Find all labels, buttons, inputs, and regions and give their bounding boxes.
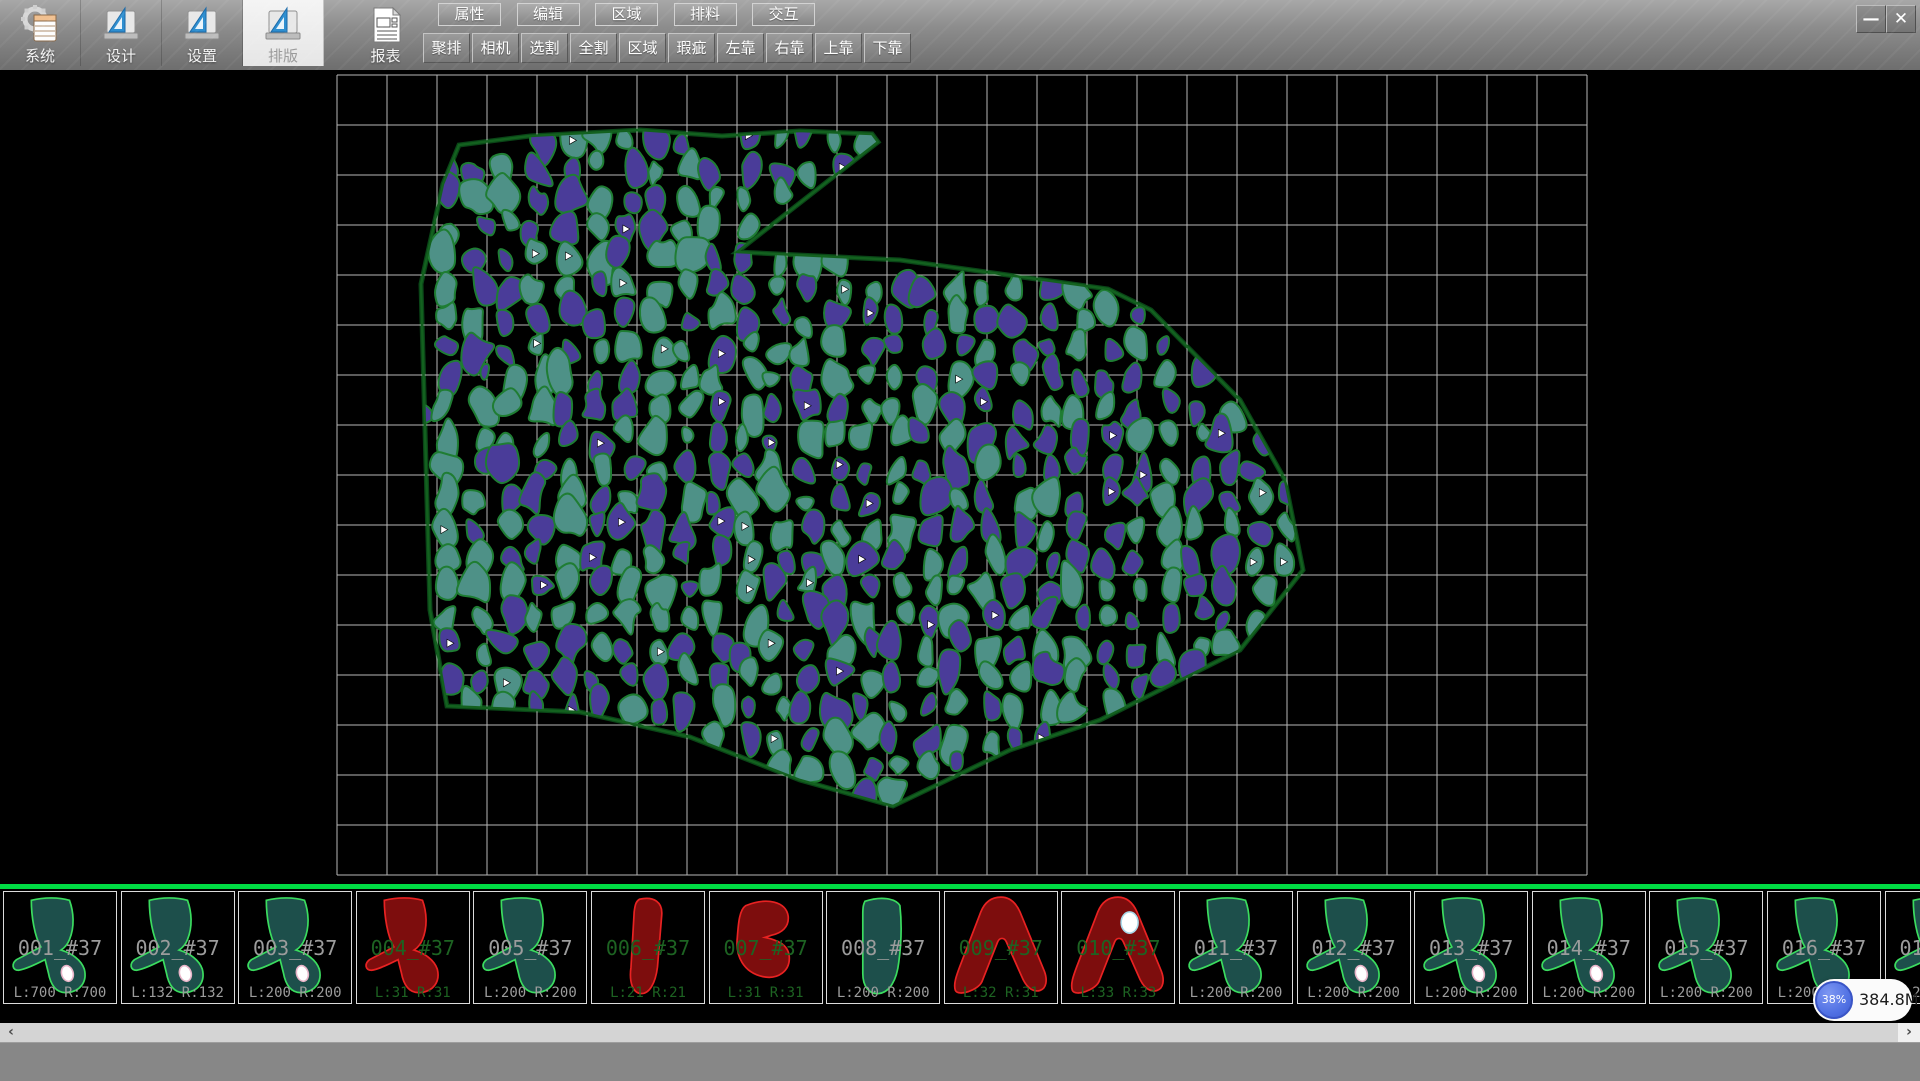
ruler-laptop-icon	[101, 5, 141, 45]
piece-lr-label: L:33 R:33	[1062, 985, 1174, 1001]
report-icon	[366, 5, 406, 45]
nesting-canvas[interactable]	[0, 70, 1920, 884]
piece-name-label: 001_#37	[4, 936, 116, 960]
piece-name-label: 004_#37	[357, 936, 469, 960]
nesting-layout-svg	[0, 70, 1920, 884]
memory-percent-indicator: 38%	[1815, 981, 1853, 1019]
app-button-label: 报表	[370, 48, 400, 65]
piece-lr-label: L:200 R:200	[1298, 985, 1410, 1001]
piece-thumbnail-11[interactable]: 011_#37 L:200 R:200	[1179, 891, 1293, 1004]
piece-name-label: 016_#37	[1768, 936, 1880, 960]
piece-thumbnail-2[interactable]: 002_#37 L:132 R:132	[121, 891, 235, 1004]
piece-lr-label: L:200 R:200	[827, 985, 939, 1001]
piece-name-label: 009_#37	[945, 936, 1057, 960]
piece-lr-label: L:200 R:200	[474, 985, 586, 1001]
piece-name-label: 012_#37	[1298, 936, 1410, 960]
piece-thumbnail-9[interactable]: 009_#37 L:32 R:31	[944, 891, 1058, 1004]
piece-thumbnail-6[interactable]: 006_#37 L:21 R:21	[591, 891, 705, 1004]
piece-name-label: 007_#37	[710, 936, 822, 960]
title-toolbar: 系统设计设置排版报表 属性编辑区域排料交互 聚排相机选割全割区域瑕疵左靠右靠上靠…	[0, 0, 1920, 70]
piece-lr-label: L:200 R:200	[1533, 985, 1645, 1001]
tool-button-6[interactable]: 瑕疵	[668, 33, 715, 63]
piece-lr-label: L:21 R:21	[592, 985, 704, 1001]
piece-lr-label: L:200 R:200	[239, 985, 351, 1001]
menu-tab-1[interactable]: 属性	[438, 3, 501, 26]
ruler-laptop-icon	[263, 5, 303, 45]
app-button-iconbox	[366, 2, 406, 48]
app-button-label: 排版	[268, 48, 298, 65]
piece-lr-label: L:31 R:31	[357, 985, 469, 1001]
app-window: { "window": { "minimize_glyph": "—", "cl…	[0, 0, 1920, 1080]
menu-tab-5[interactable]: 交互	[752, 3, 815, 26]
memory-badge: 38% 384.8M	[1813, 979, 1912, 1021]
piece-lr-label: L:32 R:31	[945, 985, 1057, 1001]
piece-lr-label: L:200 R:200	[1415, 985, 1527, 1001]
horizontal-scrollbar[interactable]: ‹ ›	[0, 1023, 1920, 1042]
piece-name-label: 002_#37	[122, 936, 234, 960]
close-button[interactable]: ✕	[1886, 5, 1916, 33]
menu-tab-3[interactable]: 区域	[595, 3, 658, 26]
piece-thumbnail-4[interactable]: 004_#37 L:31 R:31	[356, 891, 470, 1004]
piece-thumbnail-10[interactable]: 010_#37 L:33 R:33	[1061, 891, 1175, 1004]
piece-name-label: 014_#37	[1533, 936, 1645, 960]
piece-name-label: 015_#37	[1650, 936, 1762, 960]
piece-name-label: 003_#37	[239, 936, 351, 960]
tool-button-7[interactable]: 左靠	[717, 33, 764, 63]
menu-tab-4[interactable]: 排料	[674, 3, 737, 26]
minimize-button[interactable]: —	[1856, 5, 1886, 33]
piece-thumbnail-14[interactable]: 014_#37 L:200 R:200	[1532, 891, 1646, 1004]
tool-button-9[interactable]: 上靠	[815, 33, 862, 63]
piece-name-label: 010_#37	[1062, 936, 1174, 960]
piece-thumbnail-3[interactable]: 003_#37 L:200 R:200	[238, 891, 352, 1004]
app-button-1[interactable]: 系统	[0, 0, 81, 66]
piece-thumbnail-13[interactable]: 013_#37 L:200 R:200	[1414, 891, 1528, 1004]
piece-thumbnail-15[interactable]: 015_#37 L:200 R:200	[1649, 891, 1763, 1004]
tool-button-8[interactable]: 右靠	[766, 33, 813, 63]
tool-button-10[interactable]: 下靠	[864, 33, 911, 63]
scroll-right-arrow-icon[interactable]: ›	[1898, 1023, 1920, 1042]
piece-thumbnail-12[interactable]: 012_#37 L:200 R:200	[1297, 891, 1411, 1004]
app-button-4[interactable]: 排版	[243, 0, 324, 66]
piece-name-label: 017_#37	[1886, 936, 1920, 960]
status-bar	[0, 1042, 1920, 1081]
tool-button-3[interactable]: 选割	[521, 33, 568, 63]
app-button-5[interactable]: 报表	[345, 0, 426, 66]
piece-name-label: 013_#37	[1415, 936, 1527, 960]
app-button-2[interactable]: 设计	[81, 0, 162, 66]
piece-thumbnail-8[interactable]: 008_#37 L:200 R:200	[826, 891, 940, 1004]
app-button-iconbox	[182, 2, 222, 48]
piece-lr-label: L:132 R:132	[122, 985, 234, 1001]
app-button-iconbox	[263, 2, 303, 48]
app-button-iconbox	[101, 2, 141, 48]
ruler-laptop-icon	[182, 5, 222, 45]
piece-lr-label: L:31 R:31	[710, 985, 822, 1001]
piece-thumbnail-5[interactable]: 005_#37 L:200 R:200	[473, 891, 587, 1004]
memory-usage-label: 384.8M	[1859, 990, 1919, 1009]
app-button-3[interactable]: 设置	[162, 0, 243, 66]
app-button-iconbox	[20, 2, 60, 48]
app-button-label: 设计	[106, 48, 136, 65]
app-button-label: 系统	[25, 48, 55, 65]
tool-button-1[interactable]: 聚排	[423, 33, 470, 63]
piece-name-label: 011_#37	[1180, 936, 1292, 960]
piece-name-label: 005_#37	[474, 936, 586, 960]
tool-button-2[interactable]: 相机	[472, 33, 519, 63]
piece-lr-label: L:200 R:200	[1180, 985, 1292, 1001]
piece-thumbnail-7[interactable]: 007_#37 L:31 R:31	[709, 891, 823, 1004]
piece-thumbnail-1[interactable]: 001_#37 L:700 R:700	[3, 891, 117, 1004]
strip-top-line	[0, 884, 1920, 889]
piece-name-label: 006_#37	[592, 936, 704, 960]
piece-lr-label: L:200 R:200	[1650, 985, 1762, 1001]
app-button-label: 设置	[187, 48, 217, 65]
piece-name-label: 008_#37	[827, 936, 939, 960]
tool-button-5[interactable]: 区域	[619, 33, 666, 63]
piece-lr-label: L:700 R:700	[4, 985, 116, 1001]
piece-thumbnail-strip: 001_#37L:700 R:700002_#37L:132 R:132003_…	[0, 884, 1920, 1023]
scroll-left-arrow-icon[interactable]: ‹	[0, 1023, 22, 1042]
tool-button-4[interactable]: 全割	[570, 33, 617, 63]
gear-doc-icon	[20, 5, 60, 45]
menu-tab-2[interactable]: 编辑	[517, 3, 580, 26]
